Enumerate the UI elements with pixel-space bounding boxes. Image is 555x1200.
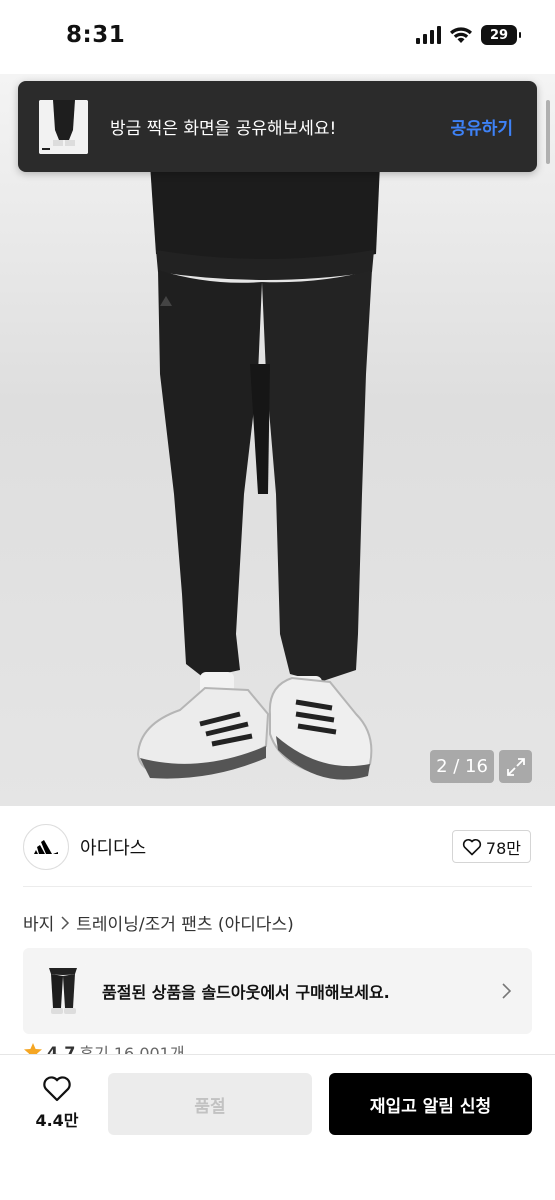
expand-image-button[interactable] (499, 750, 532, 783)
status-bar: 8:31 29 (0, 0, 555, 74)
status-icons: 29 (416, 25, 521, 45)
image-counter: 2 / 16 (430, 750, 494, 783)
breadcrumb-subcategory[interactable]: 트레이닝/조거 팬츠 (아디다스) (76, 910, 293, 935)
brand-like-button[interactable]: 78만 (451, 830, 531, 863)
soldout-banner[interactable]: 품절된 상품을 솔드아웃에서 구매해보세요. (23, 948, 532, 1034)
divider (23, 886, 532, 887)
cellular-signal-icon (416, 26, 441, 44)
expand-icon (506, 757, 525, 776)
adidas-logo-icon (34, 840, 58, 854)
status-time: 8:31 (66, 22, 126, 48)
soldout-thumbnail (39, 964, 86, 1018)
bottom-action-bar: 4.4만 품절 재입고 알림 신청 (0, 1054, 555, 1200)
brand-row[interactable]: 아디다스 78만 (0, 806, 555, 888)
scroll-indicator (546, 100, 550, 164)
wishlist-count: 4.4만 (35, 1111, 79, 1130)
brand-logo[interactable] (23, 824, 69, 870)
product-thumbnail-image (39, 964, 86, 1018)
soldout-button: 품절 (108, 1073, 312, 1135)
chevron-right-icon (61, 915, 70, 930)
soldout-banner-text: 품절된 상품을 솔드아웃에서 구매해보세요. (102, 983, 390, 1002)
breadcrumb: 바지 트레이닝/조거 팬츠 (아디다스) (23, 910, 294, 935)
battery-icon: 29 (481, 25, 521, 45)
toast-message: 방금 찍은 화면을 공유해보세요! (110, 119, 337, 139)
screenshot-thumbnail-image (39, 99, 88, 154)
screenshot-thumbnail[interactable] (39, 99, 88, 154)
heart-icon (462, 838, 482, 855)
brand-like-count: 78만 (485, 838, 521, 858)
wishlist-button[interactable]: 4.4만 (30, 1075, 84, 1131)
chevron-right-icon (502, 983, 512, 999)
product-image-gallery[interactable]: 2 / 16 (0, 74, 555, 806)
restock-alert-button[interactable]: 재입고 알림 신청 (329, 1073, 532, 1135)
wifi-icon (450, 27, 472, 43)
heart-icon (43, 1076, 71, 1102)
share-button[interactable]: 공유하기 (450, 114, 513, 139)
brand-name[interactable]: 아디다스 (80, 834, 146, 860)
share-toast: 방금 찍은 화면을 공유해보세요! 공유하기 (18, 81, 537, 172)
breadcrumb-category[interactable]: 바지 (23, 910, 54, 935)
product-image (136, 164, 380, 780)
